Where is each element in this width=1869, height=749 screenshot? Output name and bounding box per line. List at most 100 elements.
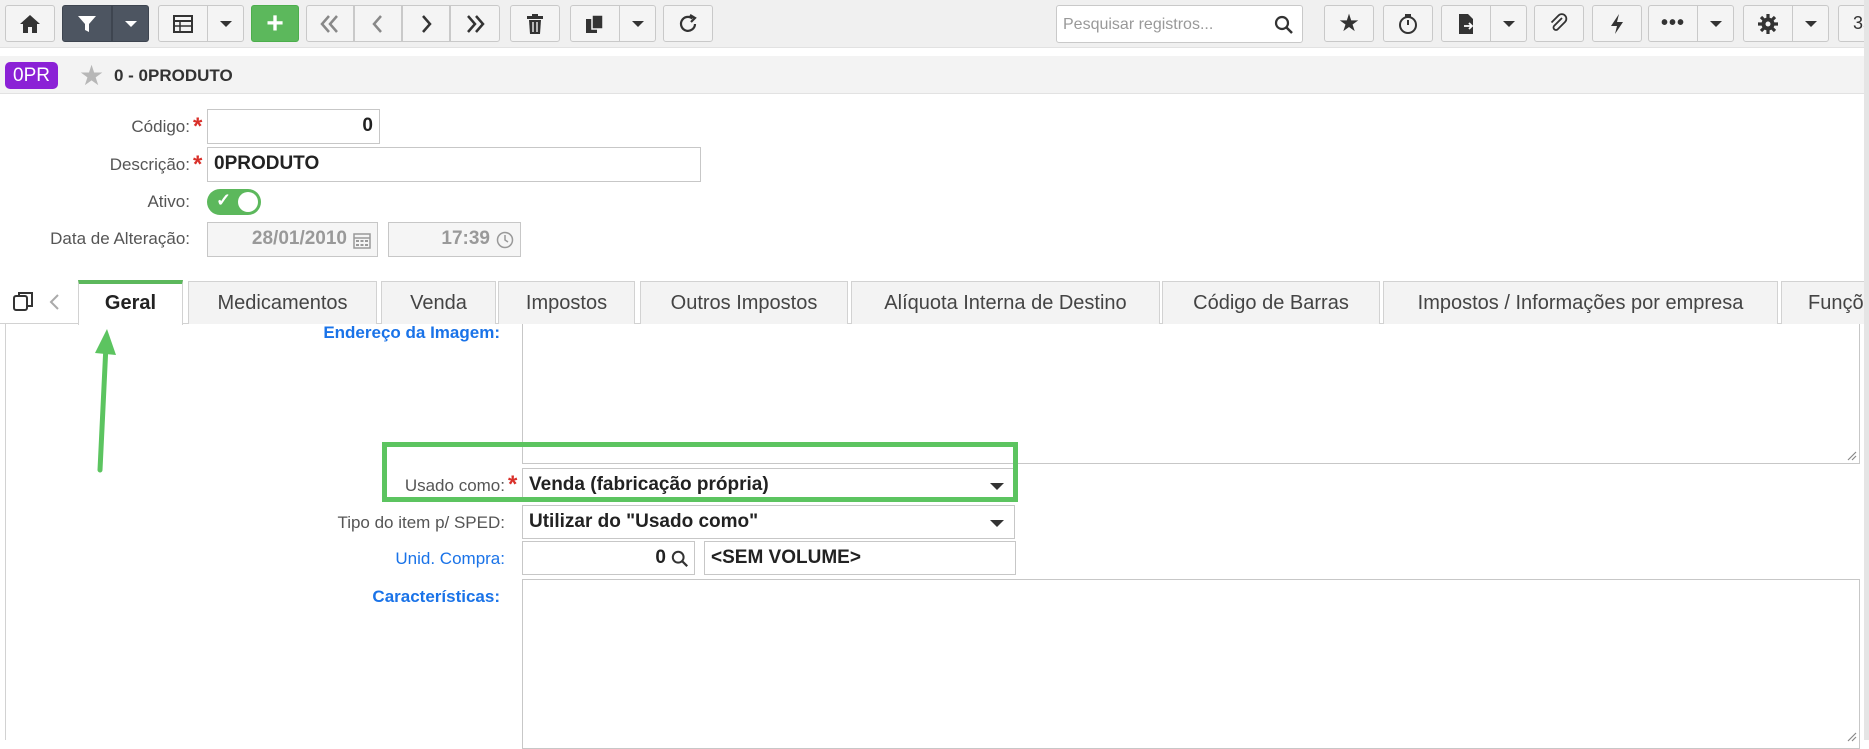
previous-record-button[interactable] [354, 5, 402, 42]
chevron-down-icon [990, 520, 1004, 527]
chevron-down-icon [219, 20, 232, 27]
file-export-icon [1459, 13, 1474, 34]
window-right-edge [1864, 0, 1869, 740]
tab-impostos[interactable]: Impostos [498, 281, 635, 324]
star-icon[interactable]: ★ [79, 59, 104, 92]
tipo-item-sped-label: Tipo do item p/ SPED: [337, 513, 505, 532]
main-toolbar: + Pesquisar registros... ★ ••• 3 [0, 0, 1869, 48]
unid-compra-label[interactable]: Unid. Compra: [280, 549, 505, 569]
endereco-imagem-label[interactable]: Endereço da Imagem: [200, 323, 500, 343]
add-button[interactable]: + [251, 5, 299, 42]
tipo-item-sped-select[interactable]: Utilizar do "Usado como" [522, 505, 1015, 539]
tab-venda[interactable]: Venda [381, 281, 496, 324]
tipo-item-sped-value: Utilizar do "Usado como" [529, 511, 759, 532]
page-title: 0 - 0PRODUTO [114, 66, 233, 85]
first-record-button[interactable] [306, 5, 354, 42]
copy-icon [586, 13, 604, 33]
filter-dropdown-button[interactable] [112, 5, 149, 42]
timer-button[interactable] [1383, 5, 1433, 42]
paperclip-icon [1550, 12, 1568, 31]
double-chevron-left-icon [320, 14, 338, 33]
attachment-button[interactable] [1534, 5, 1584, 42]
star-icon: ★ [1338, 10, 1360, 37]
chevron-down-icon [631, 20, 644, 27]
caracteristicas-textarea[interactable] [522, 579, 1860, 749]
home-button[interactable] [5, 5, 55, 42]
ativo-label: Ativo: [147, 192, 190, 211]
unid-compra-description: <SEM VOLUME> [704, 541, 1016, 575]
home-icon [20, 14, 40, 33]
export-dropdown-button[interactable] [1490, 5, 1527, 42]
data-alteracao-label: Data de Alteração: [50, 229, 190, 248]
more-button[interactable]: ••• [1648, 5, 1698, 42]
tab-codigo-barras[interactable]: Código de Barras [1162, 281, 1380, 324]
date-value: 28/01/2010 [251, 228, 347, 249]
unid-compra-value: 0 [655, 547, 666, 568]
chevron-right-icon [422, 14, 432, 33]
descricao-label: Descrição: [109, 155, 190, 174]
calendar-icon [353, 233, 371, 249]
double-chevron-right-icon [467, 14, 485, 33]
required-marker: * [193, 151, 203, 178]
resize-handle-icon[interactable] [1845, 449, 1857, 461]
ellipsis-icon: ••• [1660, 12, 1685, 34]
chevron-down-icon [1709, 20, 1722, 27]
highlight-box [382, 442, 1018, 502]
search-placeholder: Pesquisar registros... [1063, 16, 1214, 33]
data-alteracao-time-field: 17:39 [388, 222, 521, 257]
actions-button[interactable] [1592, 5, 1642, 42]
last-record-button[interactable] [450, 5, 500, 42]
gear-icon [1758, 13, 1778, 34]
grid-view-button[interactable] [158, 5, 208, 42]
data-alteracao-date-field: 28/01/2010 [207, 222, 378, 257]
chevron-down-icon [124, 20, 137, 27]
tab-funcoes[interactable]: Funçõ [1781, 281, 1869, 324]
chevron-down-icon [1804, 20, 1817, 27]
check-icon: ✓ [216, 190, 232, 210]
more-dropdown-button[interactable] [1697, 5, 1734, 42]
settings-dropdown-button[interactable] [1792, 5, 1829, 42]
tab-impostos-informacoes-empresa[interactable]: Impostos / Informações por empresa [1383, 281, 1778, 324]
chevron-left-icon[interactable] [47, 293, 63, 311]
descricao-field[interactable]: 0PRODUTO [207, 147, 701, 182]
caracteristicas-label[interactable]: Características: [280, 587, 500, 607]
delete-button[interactable] [510, 5, 560, 42]
chevron-left-icon [372, 14, 382, 33]
search-input[interactable]: Pesquisar registros... [1056, 5, 1303, 43]
content-left-border [5, 324, 6, 740]
settings-button[interactable] [1743, 5, 1793, 42]
favorite-button[interactable]: ★ [1324, 5, 1374, 42]
toggle-knob [238, 192, 258, 212]
tabs-overview-icon[interactable] [12, 290, 36, 314]
required-marker: * [193, 113, 203, 140]
clock-icon [496, 231, 514, 249]
codigo-field[interactable]: 0 [207, 109, 380, 144]
ativo-toggle[interactable]: ✓ [207, 189, 261, 215]
filter-icon [78, 15, 96, 32]
export-button[interactable] [1441, 5, 1491, 42]
codigo-label: Código: [131, 117, 190, 136]
trash-icon [527, 13, 543, 34]
chevron-down-icon [1502, 20, 1515, 27]
tab-outros-impostos[interactable]: Outros Impostos [640, 281, 848, 324]
table-icon [173, 14, 193, 33]
stopwatch-icon [1399, 13, 1417, 34]
grid-view-dropdown-button[interactable] [207, 5, 244, 42]
tab-aliquota-interna-destino[interactable]: Alíquota Interna de Destino [851, 281, 1160, 324]
resize-handle-icon[interactable] [1845, 730, 1857, 742]
unid-compra-field[interactable]: 0 [522, 541, 695, 575]
refresh-icon [679, 13, 697, 32]
filter-button[interactable] [62, 5, 112, 42]
copy-dropdown-button[interactable] [619, 5, 656, 42]
annotation-arrow-icon [95, 329, 116, 473]
search-icon[interactable] [671, 550, 689, 568]
tab-medicamentos[interactable]: Medicamentos [188, 281, 377, 324]
lightning-icon [1611, 13, 1623, 34]
next-record-button[interactable] [402, 5, 450, 42]
tab-geral[interactable]: Geral [78, 280, 183, 325]
time-value: 17:39 [441, 228, 490, 249]
copy-button[interactable] [570, 5, 620, 42]
search-icon[interactable] [1274, 15, 1294, 35]
refresh-button[interactable] [663, 5, 713, 42]
plus-icon: + [266, 6, 284, 40]
